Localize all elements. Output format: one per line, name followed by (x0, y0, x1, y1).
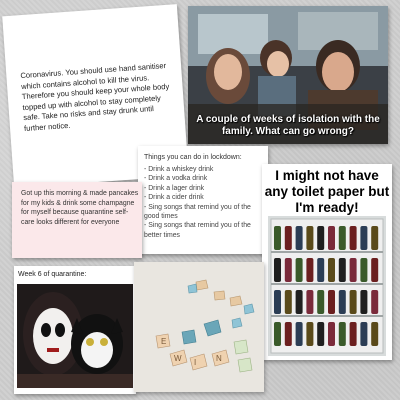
letter-w: W (174, 354, 182, 363)
fridge-meme-caption: I might not have any toilet paper but I'… (264, 168, 390, 215)
bottle (338, 258, 346, 282)
bottle (328, 226, 335, 250)
lockdown-list-card: Things you can do in lockdown: - Drink a… (138, 146, 268, 254)
bottle (295, 322, 303, 346)
bottle (306, 290, 314, 314)
fridge-meme-card: I might not have any toilet paper but I'… (262, 164, 392, 360)
bottle (306, 322, 314, 346)
bottle (338, 226, 346, 250)
wine-letters-image: W I N E (134, 262, 264, 392)
bottle (349, 226, 357, 250)
bottle (284, 322, 292, 346)
lockdown-list-title: Things you can do in lockdown: (144, 154, 242, 161)
list-item: - Sing songs that remind you of the good… (144, 203, 251, 221)
bottle (317, 322, 325, 346)
bottle (349, 290, 357, 314)
list-item: - Drink a lager drink (144, 184, 205, 192)
letter-n: N (216, 354, 222, 363)
list-item: - Drink a whiskey drink (144, 166, 214, 173)
bottle (371, 322, 379, 346)
bottle (328, 290, 335, 314)
week6-label: Week 6 of quarantine: (18, 271, 87, 278)
bottle (317, 258, 325, 282)
bottle (360, 226, 368, 250)
bottle (360, 258, 368, 282)
bottle (317, 226, 325, 250)
sanitiser-note-text: Coronavirus. You should use hand sanitis… (20, 61, 170, 133)
bottle (338, 322, 346, 346)
letter-e: E (161, 337, 166, 346)
bottle (284, 290, 292, 314)
bottle (371, 258, 379, 282)
bottle (274, 258, 281, 282)
face-paint-cat-image (17, 284, 133, 388)
bottle (306, 226, 314, 250)
bottle (349, 258, 357, 282)
bottle (338, 290, 346, 314)
pancakes-note-card: Got up this morning & made pancakes for … (12, 182, 142, 258)
bottle (274, 290, 281, 314)
bottle (349, 322, 357, 346)
bottle (295, 258, 303, 282)
bottle (274, 322, 281, 346)
bottle (360, 290, 368, 314)
bottle (371, 290, 379, 314)
movie-meme-caption: A couple of weeks of isolation with the … (196, 114, 380, 137)
bottle (295, 290, 303, 314)
wine-letters-card: W I N E (134, 262, 264, 392)
bottle (371, 226, 379, 250)
bottle (295, 226, 303, 250)
bottle (317, 290, 325, 314)
list-item: - Drink a cider drink (144, 194, 204, 202)
bottle (306, 258, 314, 282)
fridge-bottles-image (268, 216, 386, 356)
week6-meme-card: Week 6 of quarantine: (14, 266, 136, 394)
bottle (284, 258, 292, 282)
bottle (328, 322, 335, 346)
bottle (328, 258, 335, 282)
bottle (284, 226, 292, 250)
movie-meme-card: A couple of weeks of isolation with the … (188, 6, 388, 144)
pancakes-note-text: Got up this morning & made pancakes for … (21, 190, 139, 226)
letter-i: I (194, 358, 196, 367)
list-item: - Sing songs that remind you of the bett… (144, 222, 251, 239)
lockdown-list: - Drink a whiskey drink - Drink a vodka … (144, 165, 268, 240)
list-item: - Drink a vodka drink (144, 175, 208, 183)
bottle (360, 322, 368, 346)
bottle (274, 226, 281, 250)
